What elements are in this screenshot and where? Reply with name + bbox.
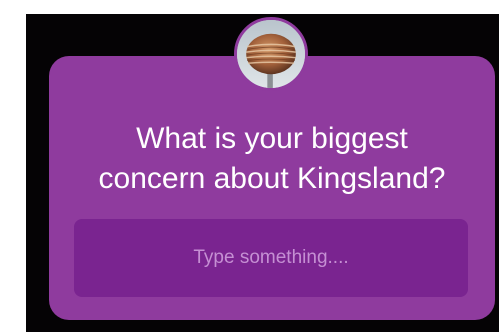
answer-input[interactable] bbox=[74, 219, 468, 297]
question-text: What is your biggest concern about Kings… bbox=[98, 122, 446, 195]
profile-avatar bbox=[234, 17, 308, 91]
question-sticker: What is your biggest concern about Kings… bbox=[49, 56, 495, 320]
profile-photo-icon bbox=[237, 20, 305, 88]
